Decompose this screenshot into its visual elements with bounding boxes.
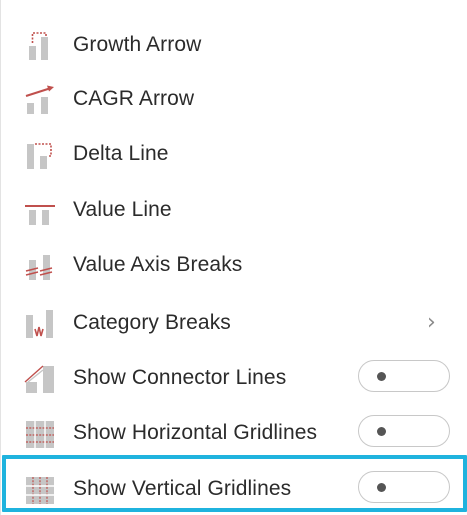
menu-item-label: Value Line (73, 198, 172, 221)
horizontal-gridlines-toggle[interactable] (358, 415, 450, 447)
growth-arrow-icon (23, 29, 57, 61)
menu-item-value-line[interactable]: Value Line (23, 185, 466, 235)
category-breaks-icon (23, 307, 57, 339)
value-axis-breaks-icon (23, 249, 57, 281)
context-menu: Growth Arrow CAGR Arrow Delta Line Value… (0, 0, 467, 515)
connector-lines-toggle[interactable] (358, 360, 450, 392)
value-line-icon (23, 194, 57, 226)
connector-lines-icon (23, 362, 57, 394)
menu-item-growth-arrow[interactable]: Growth Arrow (23, 20, 466, 70)
menu-item-show-connector-lines[interactable]: Show Connector Lines (23, 353, 466, 403)
menu-item-category-breaks[interactable]: Category Breaks › (23, 298, 466, 348)
menu-item-label: Show Horizontal Gridlines (73, 421, 318, 444)
selection-highlight (2, 455, 467, 512)
menu-item-label: Delta Line (73, 142, 169, 165)
menu-item-label: Show Connector Lines (73, 366, 287, 389)
menu-item-label: Growth Arrow (73, 33, 202, 56)
menu-item-label: CAGR Arrow (73, 87, 195, 110)
menu-item-label: Value Axis Breaks (73, 253, 243, 276)
menu-item-value-axis-breaks[interactable]: Value Axis Breaks (23, 240, 466, 290)
menu-item-label: Category Breaks (73, 311, 231, 334)
horizontal-gridlines-icon (23, 417, 57, 449)
delta-line-icon (23, 138, 57, 170)
menu-item-cagr-arrow[interactable]: CAGR Arrow (23, 74, 466, 124)
toggle-knob (377, 372, 386, 381)
menu-item-delta-line[interactable]: Delta Line (23, 129, 466, 179)
toggle-knob (377, 427, 386, 436)
menu-item-show-horizontal-gridlines[interactable]: Show Horizontal Gridlines (23, 408, 466, 458)
chevron-right-icon: › (427, 310, 436, 335)
cagr-arrow-icon (23, 83, 57, 115)
